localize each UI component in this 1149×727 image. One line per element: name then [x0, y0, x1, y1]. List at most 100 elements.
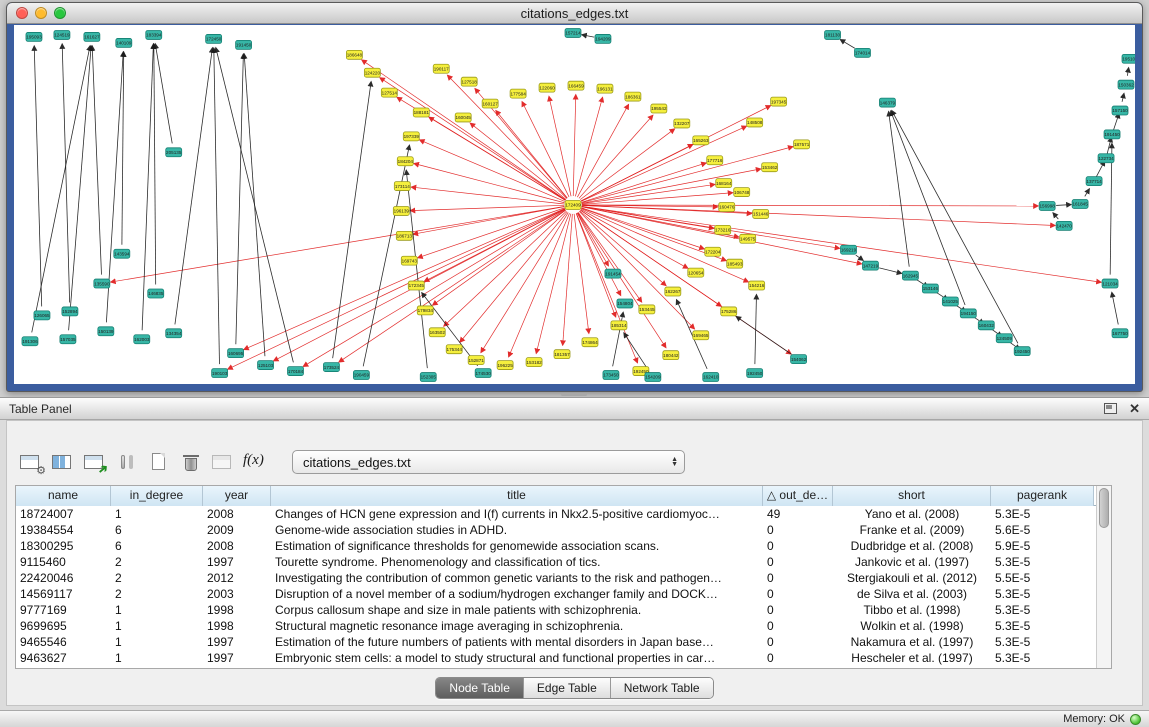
network-node[interactable]: 173216	[715, 225, 731, 234]
network-node[interactable]: 121034	[1102, 279, 1118, 288]
network-node[interactable]: 124509	[996, 334, 1012, 343]
network-node[interactable]: 160127	[482, 99, 498, 108]
network-node[interactable]: 157150	[1112, 106, 1128, 115]
network-node[interactable]: 162945	[902, 271, 918, 280]
network-edge[interactable]	[410, 205, 564, 210]
network-edge[interactable]	[339, 210, 566, 362]
network-edge[interactable]	[582, 205, 1055, 225]
network-edge[interactable]	[613, 312, 624, 366]
table-row[interactable]: 2242004622012Investigating the contribut…	[16, 570, 1096, 586]
network-node[interactable]: 152871	[468, 356, 484, 365]
column-header-out_de[interactable]: △ out_de…	[763, 486, 833, 506]
network-node[interactable]: 172204	[705, 247, 721, 256]
network-edge[interactable]	[577, 213, 621, 296]
network-edge[interactable]	[69, 46, 92, 330]
network-node[interactable]: 127514	[381, 88, 397, 97]
network-node[interactable]: 169465	[693, 331, 709, 340]
network-node[interactable]: 152894	[62, 307, 78, 316]
network-edge[interactable]	[411, 187, 564, 204]
table-row[interactable]: 969969511998Structural magnetic resonanc…	[16, 618, 1096, 634]
network-node[interactable]: 162003	[134, 335, 150, 344]
network-node[interactable]: 177584	[510, 89, 526, 98]
table-row[interactable]: 1872400712008Changes of HCN gene express…	[16, 506, 1096, 522]
network-edge[interactable]	[840, 40, 855, 49]
network-node[interactable]: 143594	[114, 249, 130, 258]
network-edge[interactable]	[563, 214, 573, 345]
network-node[interactable]: 124519	[54, 30, 70, 39]
network-node[interactable]: 174864	[582, 338, 598, 347]
network-node[interactable]: 146379	[879, 98, 895, 107]
table-mode-icon[interactable]: ⚙	[17, 449, 44, 475]
scrollbar-thumb[interactable]	[1099, 488, 1109, 528]
network-node[interactable]: 106748	[734, 188, 750, 197]
network-node[interactable]: 135590	[94, 279, 110, 288]
network-node[interactable]: 150362	[1118, 80, 1134, 89]
network-node[interactable]: 194209	[595, 34, 611, 43]
network-edge[interactable]	[580, 129, 674, 200]
network-node[interactable]: 160695	[228, 349, 244, 358]
network-edge[interactable]	[1127, 68, 1128, 76]
network-node[interactable]: 140109	[116, 38, 132, 47]
network-node[interactable]: 192450	[747, 369, 763, 378]
network-node[interactable]: 190459	[353, 371, 369, 380]
network-edge[interactable]	[582, 184, 715, 203]
network-node[interactable]: 179834	[417, 306, 433, 315]
network-node[interactable]: 181130	[825, 30, 841, 39]
network-node[interactable]: 160432	[978, 321, 994, 330]
network-node[interactable]: 157035	[60, 335, 76, 344]
network-node[interactable]: 157214	[565, 28, 581, 37]
network-node[interactable]: 191454	[605, 269, 621, 278]
network-edge[interactable]	[333, 82, 371, 359]
network-node[interactable]: 172345	[408, 281, 424, 290]
network-node[interactable]: 122060	[539, 83, 555, 92]
network-node[interactable]: 186361	[625, 92, 641, 101]
network-edge[interactable]	[736, 316, 791, 354]
network-node[interactable]: 186713	[396, 231, 412, 240]
network-node[interactable]: 196131	[597, 84, 613, 93]
network-node[interactable]: 169743	[401, 256, 417, 265]
network-node[interactable]: 177716	[707, 156, 723, 165]
network-node[interactable]: 154062	[791, 355, 807, 364]
network-node[interactable]: 185314	[611, 321, 627, 330]
network-edge[interactable]	[413, 207, 564, 235]
network-edge[interactable]	[624, 333, 648, 370]
column-header-title[interactable]: title	[271, 486, 763, 506]
network-node[interactable]: 172450	[206, 34, 222, 43]
network-edge[interactable]	[1095, 161, 1104, 179]
network-node[interactable]: 175286	[721, 307, 737, 316]
network-edge[interactable]	[1112, 292, 1118, 324]
network-edge[interactable]	[549, 96, 571, 196]
network-node[interactable]: 120654	[688, 268, 704, 277]
network-edge[interactable]	[582, 35, 594, 37]
network-node[interactable]: 175344	[446, 345, 462, 354]
network-node[interactable]: 160045	[455, 113, 471, 122]
network-node[interactable]: 166459	[568, 81, 584, 90]
network-node[interactable]: 174014	[855, 48, 871, 57]
network-edge[interactable]	[522, 102, 569, 197]
import-table-icon[interactable]	[209, 449, 236, 475]
network-node[interactable]: 197345	[771, 97, 787, 106]
network-node[interactable]: 161627	[84, 32, 100, 41]
network-edge[interactable]	[582, 206, 840, 248]
network-node[interactable]: 172409	[565, 201, 581, 210]
network-node[interactable]: 169219	[841, 245, 857, 254]
network-node[interactable]: 195093	[26, 32, 42, 41]
network-node[interactable]: 192450	[1014, 347, 1030, 356]
network-node[interactable]: 156998	[1039, 202, 1055, 211]
network-edge[interactable]	[62, 44, 69, 303]
network-edge[interactable]	[175, 48, 213, 325]
network-node[interactable]: 147219	[862, 261, 878, 270]
network-node[interactable]: 142470	[1056, 221, 1072, 230]
network-edge[interactable]	[122, 52, 124, 245]
network-node[interactable]: 196225	[497, 361, 513, 370]
network-edge[interactable]	[236, 54, 244, 344]
network-node[interactable]: 196139	[393, 206, 409, 215]
network-node[interactable]: 153462	[762, 163, 778, 172]
table-row[interactable]: 1938455462009Genome-wide association stu…	[16, 522, 1096, 538]
network-node[interactable]: 185493	[727, 259, 743, 268]
close-window-button[interactable]	[16, 7, 28, 19]
network-edge[interactable]	[155, 44, 172, 144]
network-window-titlebar[interactable]: citations_edges.txt	[7, 3, 1142, 24]
network-edge[interactable]	[363, 145, 409, 366]
network-edge[interactable]	[1053, 213, 1058, 219]
